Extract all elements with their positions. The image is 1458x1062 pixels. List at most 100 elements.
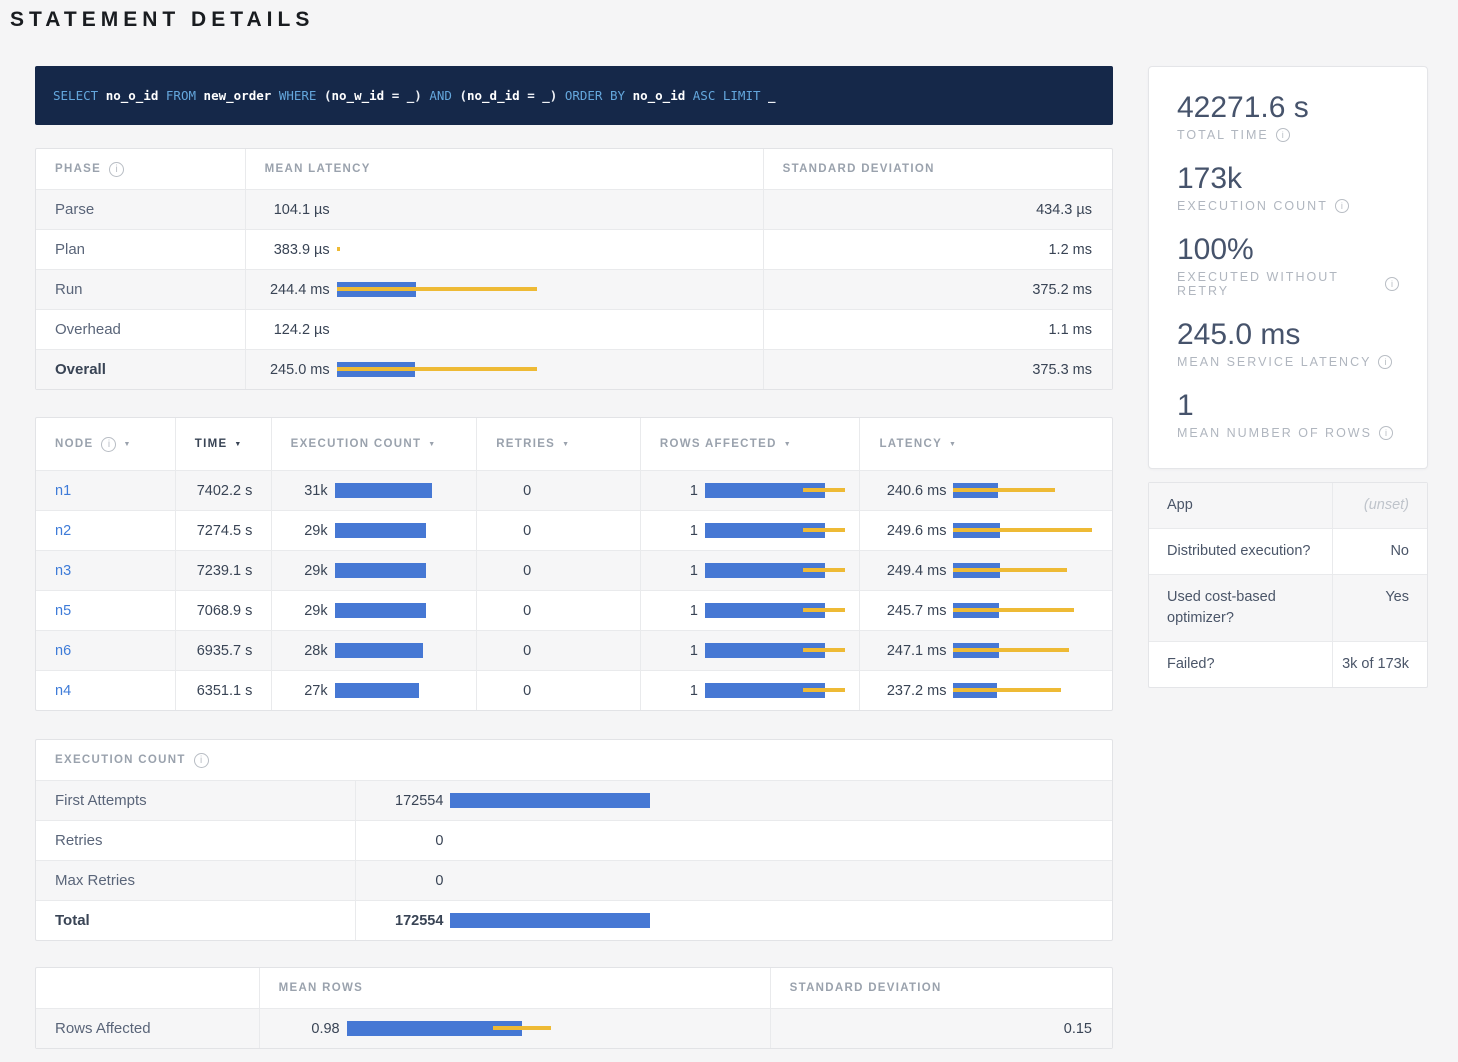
info-icon[interactable]: i bbox=[1335, 199, 1349, 213]
phase-label: Run bbox=[36, 270, 245, 309]
details-row-value: No bbox=[1332, 529, 1427, 574]
info-icon[interactable]: i bbox=[1385, 277, 1399, 291]
retries-value: 0 bbox=[477, 683, 531, 699]
execution-count-table: EXECUTION COUNT i First Attempts172554Re… bbox=[35, 739, 1113, 941]
execution-count-bar bbox=[335, 563, 477, 578]
execution-count-value: 0 bbox=[356, 833, 443, 849]
sort-caret-icon[interactable]: ▼ bbox=[123, 441, 131, 448]
execution-count-value: 172554 bbox=[356, 913, 443, 929]
node-column-header-node[interactable]: NODE i ▼ bbox=[36, 418, 175, 470]
rows-affected-cell: 1 bbox=[640, 511, 860, 550]
sort-caret-icon[interactable]: ▼ bbox=[949, 441, 957, 448]
summary-stat: 245.0 msMEAN SERVICE LATENCYi bbox=[1177, 318, 1399, 369]
execution-count-bar bbox=[450, 793, 1112, 808]
rows-affected-value: 1 bbox=[641, 523, 698, 539]
mean-rows-cell: 0.98 bbox=[259, 1009, 770, 1048]
info-icon[interactable]: i bbox=[1276, 128, 1290, 142]
execution-count-value: 28k bbox=[272, 643, 328, 659]
node-link[interactable]: n1 bbox=[36, 483, 71, 499]
mean-latency-value: 244.4 ms bbox=[246, 282, 330, 298]
node-column-header-rows-affected[interactable]: ROWS AFFECTED▼ bbox=[640, 418, 860, 470]
latency-bar bbox=[953, 483, 1112, 498]
details-row-label: App bbox=[1149, 483, 1332, 528]
phase-label: Parse bbox=[36, 190, 245, 229]
rows-affected-table: MEAN ROWS STANDARD DEVIATION Rows Affect… bbox=[35, 967, 1113, 1049]
mean-bar-segment bbox=[335, 483, 432, 498]
summary-stat: 42271.6 sTOTAL TIMEi bbox=[1177, 91, 1399, 142]
sort-caret-icon[interactable]: ▼ bbox=[562, 441, 570, 448]
latency-cell: 245.7 ms bbox=[859, 591, 1112, 630]
execution-count-value-cell: 0 bbox=[355, 821, 1112, 860]
sql-token: no_d_id bbox=[467, 88, 520, 103]
execution-count-cell: 28k bbox=[271, 631, 477, 670]
stddev-bar-segment bbox=[953, 528, 1092, 532]
sql-token: no_o_id bbox=[633, 88, 693, 103]
column-header-label: NODE bbox=[55, 438, 93, 450]
info-icon[interactable]: i bbox=[101, 437, 116, 452]
details-row: Distributed execution?No bbox=[1149, 528, 1427, 574]
phase-table-row: Plan383.9 µs1.2 ms bbox=[36, 229, 1112, 269]
node-column-header-retries[interactable]: RETRIES ▼ bbox=[476, 418, 640, 470]
node-link[interactable]: n6 bbox=[36, 643, 71, 659]
info-icon[interactable]: i bbox=[1378, 355, 1392, 369]
latency-value: 249.4 ms bbox=[860, 563, 946, 579]
execution-count-cell: 29k bbox=[271, 591, 477, 630]
sort-caret-icon[interactable]: ▼ bbox=[234, 441, 242, 448]
execution-count-bar bbox=[450, 833, 1112, 848]
mean-bar-segment bbox=[335, 643, 423, 658]
rows-affected-bar bbox=[705, 483, 860, 498]
node-table-header: NODEi▼TIME▼EXECUTION COUNT▼RETRIES▼ROWS … bbox=[36, 418, 1112, 470]
execution-count-bar bbox=[450, 873, 1112, 888]
mean-rows-column-header: MEAN ROWS bbox=[259, 968, 770, 1008]
info-icon[interactable]: i bbox=[109, 162, 124, 177]
node-link[interactable]: n3 bbox=[36, 563, 71, 579]
node-link[interactable]: n2 bbox=[36, 523, 71, 539]
summary-stat-label-text: EXECUTION COUNT bbox=[1177, 199, 1328, 213]
stddev-bar-segment bbox=[953, 608, 1074, 612]
standard-deviation-column-header: STANDARD DEVIATION bbox=[763, 149, 1112, 189]
latency-bar bbox=[953, 603, 1112, 618]
latency-value: 247.1 ms bbox=[860, 643, 946, 659]
info-icon[interactable]: i bbox=[194, 753, 209, 768]
execution-count-bar bbox=[450, 913, 1112, 928]
execution-count-cell: 29k bbox=[271, 551, 477, 590]
node-cell: n2 bbox=[36, 511, 175, 550]
sql-token: = _) bbox=[520, 88, 565, 103]
sql-token: WHERE bbox=[279, 88, 324, 103]
execution-count-value: 29k bbox=[272, 603, 328, 619]
phase-table-body: Parse104.1 µs434.3 µsPlan383.9 µs1.2 msR… bbox=[36, 189, 1112, 389]
summary-stat-label-text: MEAN NUMBER OF ROWS bbox=[1177, 426, 1372, 440]
node-cell: n5 bbox=[36, 591, 175, 630]
mean-latency-cell: 245.0 ms bbox=[245, 350, 763, 389]
node-link[interactable]: n4 bbox=[36, 683, 71, 699]
stddev-bar-segment bbox=[337, 367, 537, 371]
rows-affected-row: Rows Affected0.980.15 bbox=[36, 1008, 1112, 1048]
node-link[interactable]: n5 bbox=[36, 603, 71, 619]
latency-cell: 240.6 ms bbox=[859, 471, 1112, 510]
execution-count-row-label: Max Retries bbox=[36, 861, 355, 900]
stddev-bar-segment bbox=[803, 568, 845, 572]
latency-cell: 249.6 ms bbox=[859, 511, 1112, 550]
node-column-header-latency[interactable]: LATENCY ▼ bbox=[859, 418, 1112, 470]
node-table-row: n17402.2 s31k01240.6 ms bbox=[36, 470, 1112, 510]
column-header-label: RETRIES bbox=[496, 438, 555, 450]
node-column-header-execution-count[interactable]: EXECUTION COUNT ▼ bbox=[271, 418, 477, 470]
details-card: App(unset)Distributed execution?NoUsed c… bbox=[1148, 482, 1428, 688]
node-column-header-time[interactable]: TIME▼ bbox=[175, 418, 271, 470]
summary-stat-value: 173k bbox=[1177, 162, 1399, 196]
execution-count-value-cell: 172554 bbox=[355, 901, 1112, 940]
standard-deviation-cell: 375.3 ms bbox=[763, 350, 1112, 389]
standard-deviation-cell: 0.15 bbox=[770, 1009, 1112, 1048]
info-icon[interactable]: i bbox=[1379, 426, 1393, 440]
execution-count-row-label: First Attempts bbox=[36, 781, 355, 820]
sort-caret-icon[interactable]: ▼ bbox=[784, 441, 792, 448]
mean-latency-value: 104.1 µs bbox=[246, 202, 330, 218]
execution-count-cell: 27k bbox=[271, 671, 477, 710]
node-table-row: n66935.7 s28k01247.1 ms bbox=[36, 630, 1112, 670]
sort-caret-icon[interactable]: ▼ bbox=[428, 441, 436, 448]
rows-affected-cell: 1 bbox=[640, 631, 860, 670]
column-header-label: EXECUTION COUNT bbox=[291, 438, 422, 450]
sql-token: no_o_id bbox=[106, 88, 166, 103]
statement-details-page: STATEMENT DETAILS SELECT no_o_id FROM ne… bbox=[0, 0, 1458, 1049]
column-header-label: LATENCY bbox=[879, 438, 942, 450]
